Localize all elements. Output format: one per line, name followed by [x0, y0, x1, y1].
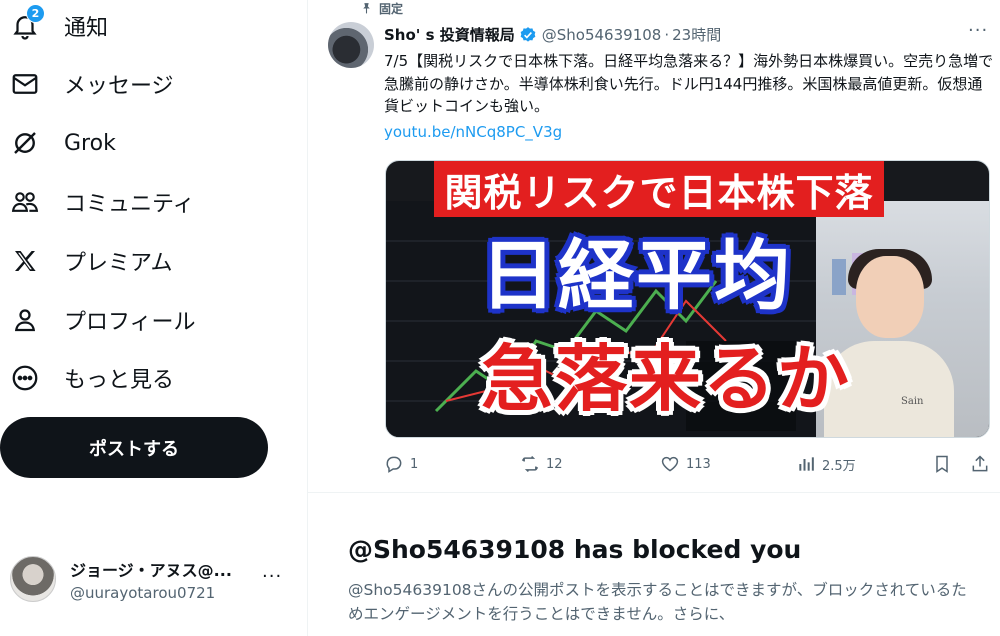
timeline: 固定 Sho' s 投資情報局 @Sho54639108 · 23時間 ··· …: [308, 0, 1000, 636]
account-name: ジョージ・アヌス@...: [70, 561, 232, 580]
nav-label-communities: コミュニティ: [64, 192, 195, 217]
bookmark-button[interactable]: [932, 454, 952, 474]
blocked-notice-text: @Sho54639108さんの公開ポストを表示することはできますが、ブロックされ…: [348, 581, 967, 623]
nav-label-grok: Grok: [64, 130, 116, 156]
thumbnail-headline-2: 急落来るか: [480, 337, 851, 421]
nav-item-communities[interactable]: コミュニティ: [0, 176, 290, 228]
tweet-link[interactable]: youtu.be/nNCq8PC_V3g: [384, 123, 562, 141]
blocked-notice-title: @Sho54639108 has blocked you: [348, 535, 802, 564]
nav-label-more: もっと見る: [64, 368, 175, 393]
streamer-face: [856, 256, 924, 338]
nav-label-premium: プレミアム: [64, 251, 173, 276]
share-button[interactable]: [970, 454, 990, 474]
heart-icon: [661, 456, 679, 472]
more-circle-icon: [10, 363, 40, 393]
tweet-actions: 1 12 113 2.5万: [384, 454, 994, 478]
repost-icon: [521, 455, 539, 473]
nav-item-premium[interactable]: プレミアム: [0, 235, 290, 287]
pinned-indicator: 固定: [360, 0, 403, 17]
nav-item-more[interactable]: もっと見る: [0, 352, 290, 404]
views-button[interactable]: 2.5万: [796, 454, 856, 474]
like-button[interactable]: 113: [660, 454, 711, 474]
reply-count: 1: [410, 456, 419, 472]
account-switcher[interactable]: ジョージ・アヌス@... @uurayotarou0721 ···: [0, 548, 300, 612]
nav-label-notifications: 通知: [64, 16, 109, 41]
reply-icon: [386, 456, 402, 473]
people-icon: [10, 187, 40, 217]
grok-icon: [10, 128, 40, 158]
tweet-author-name[interactable]: Sho' s 投資情報局: [384, 24, 515, 45]
views-chart-icon: [799, 457, 814, 471]
bookmark-icon: [936, 455, 948, 473]
notification-badge: 2: [26, 4, 45, 23]
person-icon: [10, 305, 40, 335]
reply-button[interactable]: 1: [384, 454, 418, 474]
repost-button[interactable]: 12: [520, 454, 563, 474]
tweet-timestamp[interactable]: 23時間: [672, 24, 721, 45]
account-handle: @uurayotarou0721: [70, 584, 216, 602]
nav-label-messages: メッセージ: [64, 74, 174, 99]
nav-item-profile[interactable]: プロフィール: [0, 294, 290, 346]
tweet-author-handle[interactable]: @Sho54639108: [542, 26, 662, 44]
verified-badge-icon: [520, 26, 536, 42]
share-icon: [972, 455, 988, 472]
thumbnail-banner: 関税リスクで日本株下落: [434, 161, 884, 217]
separator-dot: ·: [664, 25, 670, 44]
view-count: 2.5万: [822, 458, 856, 474]
post-button[interactable]: ポストする: [0, 417, 268, 478]
nav-item-messages[interactable]: メッセージ: [0, 58, 290, 110]
tweet-text: 7/5【関税リスクで日本株下落。日経平均急落来る？】海外勢日本株爆買い。空売り急…: [384, 52, 994, 115]
left-navigation: 2 通知 メッセージ Grok コミュニティ プレミアム プロフィール もっと見…: [0, 0, 307, 636]
avatar: [10, 556, 56, 602]
tweet-author-avatar[interactable]: [328, 22, 374, 68]
pinned-label: 固定: [379, 2, 404, 16]
like-count: 113: [686, 456, 711, 472]
envelope-icon: [10, 69, 40, 99]
video-thumbnail[interactable]: Sain 関税リスクで日本株下落 日経平均 急落来るか: [385, 160, 990, 438]
pin-icon: [363, 3, 370, 14]
tweet-more-icon[interactable]: ···: [968, 20, 988, 41]
tweet-header: Sho' s 投資情報局 @Sho54639108 · 23時間: [384, 24, 721, 45]
shirt-logo: Sain: [901, 396, 924, 407]
nav-item-notifications[interactable]: 2 通知: [0, 0, 290, 52]
thumbnail-headline-1: 日経平均: [480, 231, 792, 320]
divider: [308, 492, 1000, 493]
nav-item-grok[interactable]: Grok: [0, 117, 290, 169]
account-more-icon[interactable]: ···: [262, 566, 282, 587]
repost-count: 12: [546, 456, 563, 472]
nav-label-profile: プロフィール: [64, 310, 196, 335]
x-logo-icon: [10, 246, 40, 276]
